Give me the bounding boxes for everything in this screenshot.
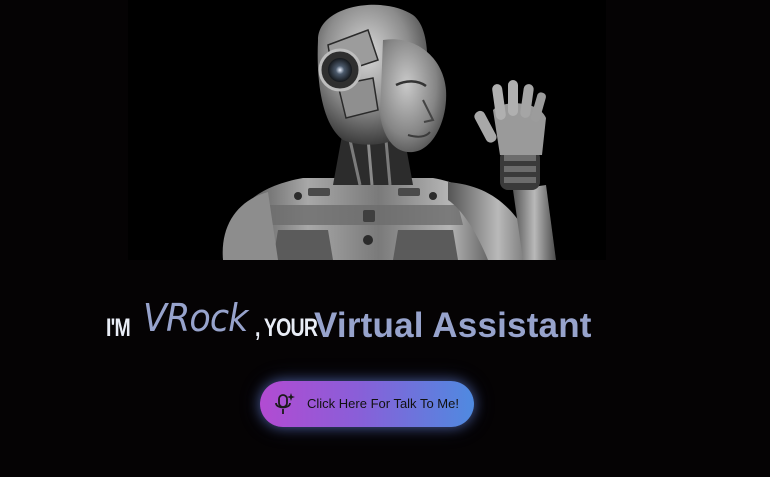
talk-button-label: Click Here For Talk To Me! [307,396,459,411]
assistant-name: VRock [143,296,248,340]
headline-title: Virtual Assistant [314,306,592,345]
headline-prefix: I'M [106,314,131,342]
headline-connector: , YOUR [255,314,318,342]
robot-image [128,0,606,260]
page: I'M VRock , YOUR Virtual Assistant Click… [0,0,770,477]
talk-to-me-button[interactable]: Click Here For Talk To Me! [260,381,474,427]
microphone-icon [274,392,296,416]
